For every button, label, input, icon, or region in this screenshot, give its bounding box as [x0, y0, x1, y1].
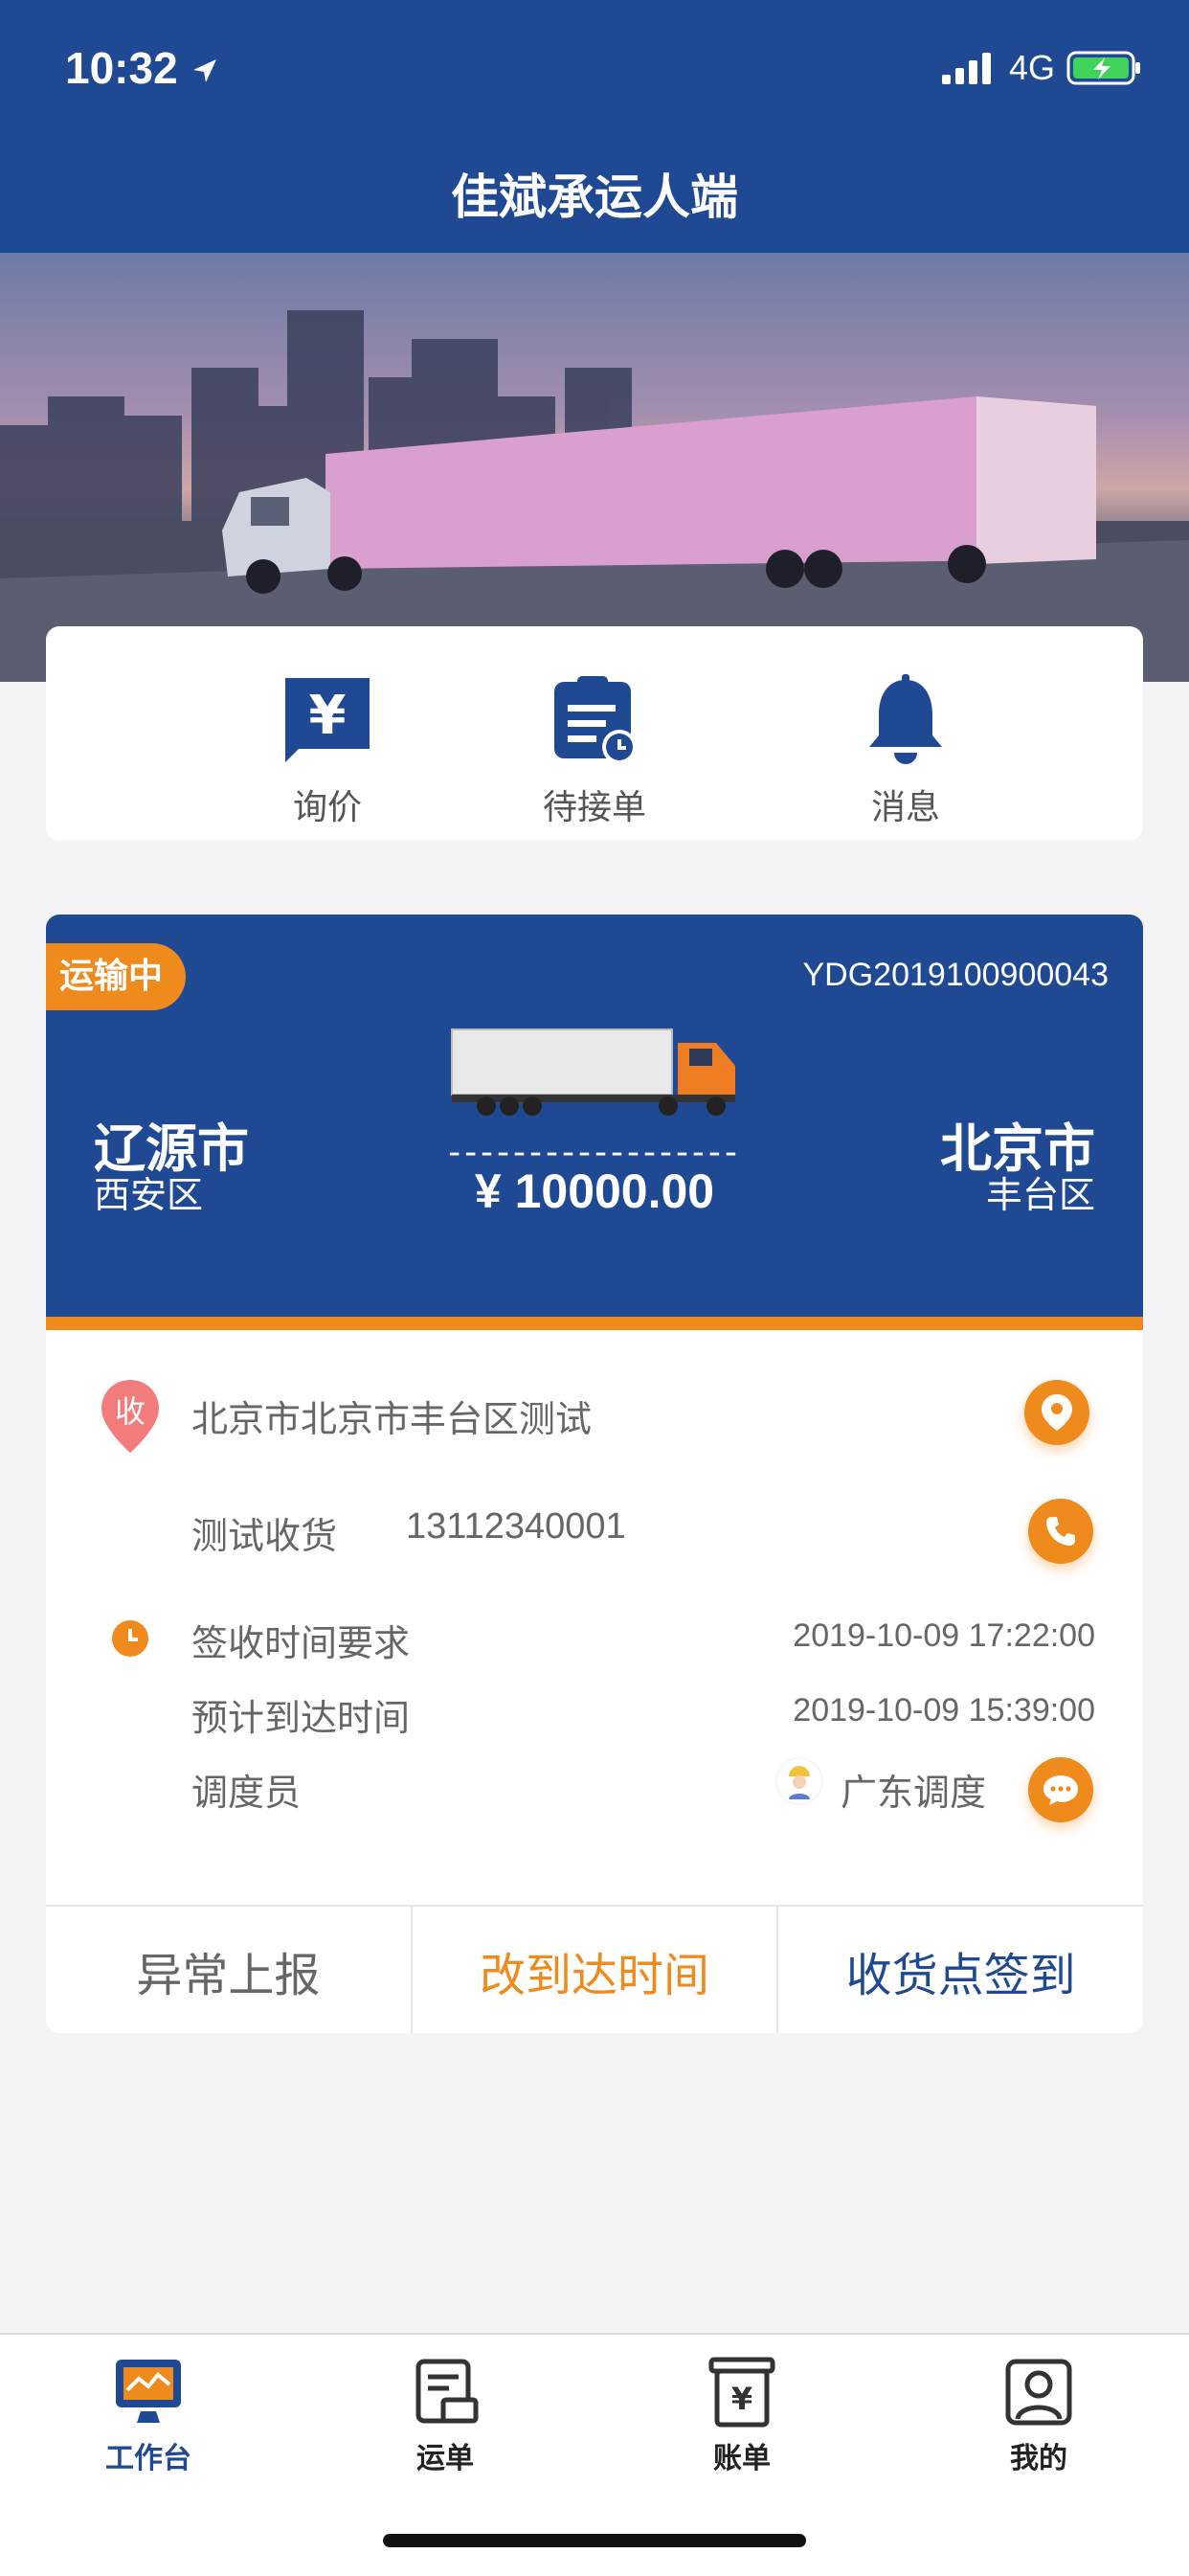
status-right: 4G: [940, 48, 1143, 88]
tab-label: 工作台: [105, 2442, 191, 2475]
quick-actions-card: ¥ 询价 待接单 消息: [46, 626, 1143, 841]
contact-name: 测试收货: [191, 1515, 338, 1557]
chat-dispatcher-button[interactable]: [1028, 1757, 1093, 1822]
origin-district: 西安区: [94, 1174, 204, 1216]
phone-icon: [1046, 1517, 1075, 1546]
dispatcher-avatar: [775, 1757, 823, 1805]
status-time-text: 10:32: [65, 43, 178, 93]
bell-icon: [869, 674, 942, 764]
dashboard-icon: [116, 2360, 181, 2423]
status-badge: 运输中: [46, 943, 187, 1010]
tab-bill[interactable]: ¥ 账单: [594, 2356, 890, 2490]
destination-district: 丰台区: [985, 1174, 1095, 1216]
page-title: 佳斌承运人端: [451, 169, 738, 225]
tab-workbench[interactable]: 工作台: [0, 2356, 297, 2490]
sign-time-value: 2019-10-09 17:22:00: [793, 1617, 1095, 1654]
contact-phone: 13112340001: [406, 1506, 626, 1547]
signal-icon: [941, 53, 991, 84]
receiver-pin-icon: 收: [100, 1378, 161, 1455]
pending-order-icon: [554, 676, 637, 764]
battery-icon: [1066, 51, 1140, 85]
change-arrival-time-button[interactable]: 改到达时间: [410, 1907, 777, 2033]
dispatcher-name: 广东调度: [841, 1772, 987, 1814]
truck-banner-illustration: [0, 310, 1189, 682]
order-price: ¥ 10000.00: [474, 1164, 715, 1218]
location-pin-icon: [1042, 1394, 1072, 1431]
chat-icon: [1043, 1775, 1078, 1805]
svg-text:¥: ¥: [309, 685, 347, 747]
sign-time-label: 签收时间要求: [191, 1622, 411, 1664]
receiver-badge-text: 收: [114, 1393, 146, 1430]
home-indicator: [383, 2534, 806, 2547]
quick-action-label: 待接单: [542, 788, 646, 827]
banner-image: [0, 253, 1189, 682]
bill-icon: ¥: [708, 2357, 775, 2428]
tab-label: 运单: [416, 2442, 474, 2475]
report-exception-button[interactable]: 异常上报: [46, 1907, 411, 2033]
quick-action-label: 消息: [870, 788, 940, 827]
status-time: 10:32: [65, 42, 218, 94]
check-in-button[interactable]: 收货点签到: [776, 1907, 1143, 2033]
quick-action-inquiry[interactable]: ¥ 询价: [213, 626, 442, 841]
order-actions: 异常上报 改到达时间 收货点签到: [46, 1905, 1143, 2033]
eta-value: 2019-10-09 15:39:00: [793, 1692, 1095, 1729]
order-divider-stripe: [46, 1317, 1143, 1330]
truck-icon: [451, 1028, 735, 1116]
location-arrow-icon: [193, 58, 217, 82]
eta-label: 预计到达时间: [191, 1697, 411, 1739]
delivery-address: 北京市北京市丰台区测试: [191, 1398, 593, 1440]
yen-icon: ¥: [285, 678, 370, 762]
order-card[interactable]: 运输中 YDG2019100900043 辽源市 西安区 -----------…: [46, 915, 1143, 2033]
tab-waybill[interactable]: 运单: [297, 2356, 594, 2490]
quick-action-pending-orders[interactable]: 待接单: [480, 626, 709, 841]
network-type: 4G: [1008, 48, 1055, 87]
svg-text:¥: ¥: [731, 2381, 752, 2417]
tab-label: 我的: [1010, 2442, 1067, 2475]
navigate-button[interactable]: [1024, 1380, 1089, 1445]
profile-icon: [1005, 2359, 1072, 2426]
dispatcher-label: 调度员: [191, 1772, 302, 1814]
call-button[interactable]: [1028, 1499, 1093, 1564]
tab-profile[interactable]: 我的: [890, 2356, 1187, 2490]
quick-action-label: 询价: [292, 788, 362, 827]
waybill-icon: [415, 2359, 479, 2424]
tab-label: 账单: [713, 2442, 771, 2475]
order-number: YDG2019100900043: [802, 957, 1110, 993]
quick-action-messages[interactable]: 消息: [791, 626, 1021, 841]
clock-icon: [112, 1620, 148, 1657]
